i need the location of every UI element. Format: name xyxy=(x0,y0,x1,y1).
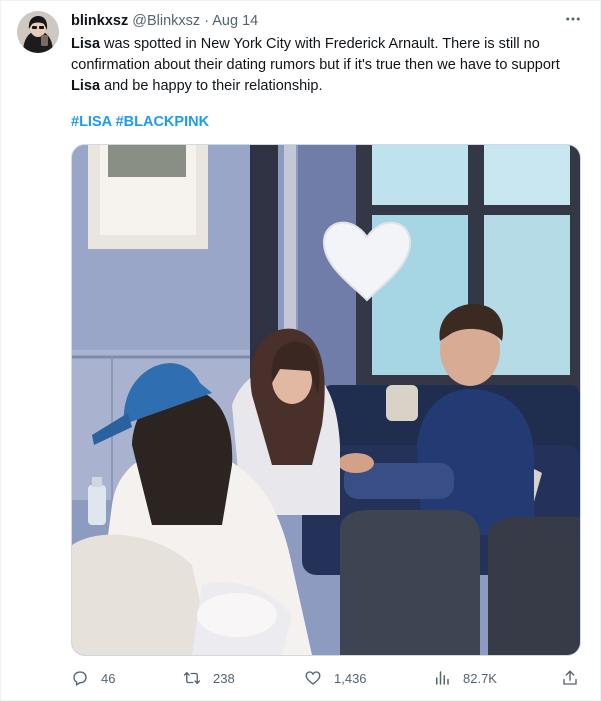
share-icon xyxy=(563,670,577,685)
hashtag-lisa[interactable]: #LISA xyxy=(71,114,112,130)
more-options-button[interactable] xyxy=(562,9,584,29)
tweet-text-part: was spotted in New York City with Freder… xyxy=(71,36,560,73)
mention-lisa: Lisa xyxy=(71,78,101,94)
timestamp[interactable]: Aug 14 xyxy=(212,13,258,29)
retweet-button[interactable]: 238 xyxy=(183,669,235,687)
tweet-actions: 46 238 1,436 82.7K xyxy=(71,667,586,689)
display-name[interactable]: blinkxsz xyxy=(71,13,128,29)
photo-illustration xyxy=(72,145,580,655)
tweet-text-part: and be happy to their relationship. xyxy=(100,78,323,94)
tweet-header: blinkxsz @Blinkxsz · Aug 14 xyxy=(71,12,584,30)
view-count: 82.7K xyxy=(463,670,497,686)
hashtags: #LISA #BLACKPINK xyxy=(71,112,209,133)
reply-count: 46 xyxy=(101,670,116,686)
views-button[interactable]: 82.7K xyxy=(433,669,497,687)
reply-button[interactable]: 46 xyxy=(71,669,115,687)
mention-lisa: Lisa xyxy=(71,36,101,52)
tweet-card[interactable]: blinkxsz @Blinkxsz · Aug 14 Lisa was spo… xyxy=(0,0,601,701)
hashtag-blackpink[interactable]: #BLACKPINK xyxy=(116,114,209,130)
heart-icon xyxy=(305,671,321,685)
user-handle[interactable]: @Blinkxsz xyxy=(132,13,200,29)
retweet-count: 238 xyxy=(213,670,235,686)
tweet-photo[interactable] xyxy=(71,144,581,656)
more-horizontal-icon xyxy=(566,17,580,21)
like-count: 1,436 xyxy=(334,670,367,686)
views-chart-icon xyxy=(436,671,449,685)
like-button[interactable]: 1,436 xyxy=(304,669,367,687)
separator-dot: · xyxy=(204,13,210,29)
reply-icon xyxy=(73,671,87,686)
share-button[interactable] xyxy=(561,669,579,687)
tweet-text: Lisa was spotted in New York City with F… xyxy=(71,34,576,97)
retweet-icon xyxy=(183,672,201,684)
avatar[interactable] xyxy=(17,11,59,53)
